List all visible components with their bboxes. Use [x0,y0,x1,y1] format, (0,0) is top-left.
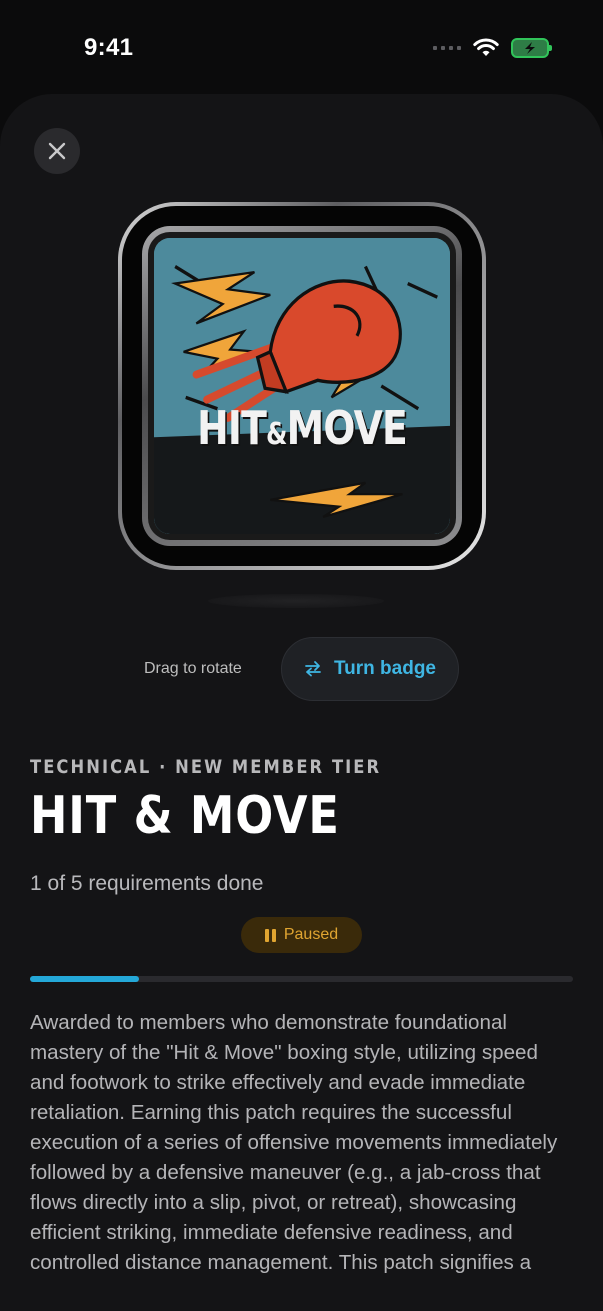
badge-art-word-hit: HIT [197,401,267,455]
close-icon [48,142,66,160]
badge-title: HIT & MOVE [30,786,340,846]
wifi-icon [473,38,499,56]
badge-shadow [208,594,384,608]
status-icons [433,38,552,58]
cellular-signal-icon [433,46,461,50]
badge-art-word-move: MOVE [286,401,408,455]
requirements-progress-text: 1 of 5 requirements done [30,872,264,895]
badge-3d-viewer[interactable]: HIT&MOVE [118,202,486,570]
turn-badge-button[interactable]: Turn badge [281,637,459,701]
status-bar: 9:41 [0,0,603,96]
progress-bar-fill [30,976,139,982]
status-badge: Paused [241,917,362,953]
status-time: 9:41 [84,34,134,61]
turn-badge-label: Turn badge [333,658,437,679]
status-label: Paused [283,926,339,943]
badge-category: TECHNICAL · NEW MEMBER TIER [30,756,382,778]
badge-artwork: HIT&MOVE [154,238,450,534]
swap-arrows-icon [305,661,321,677]
badge-art-ampersand: & [265,417,287,452]
badge-description: Awarded to members who demonstrate found… [30,1011,558,1274]
battery-charging-icon [511,38,552,58]
badge-detail-sheet: HIT&MOVE Drag to rotate Turn badge TECHN… [0,94,603,1311]
boxing-glove-illustration [154,238,450,534]
drag-to-rotate-hint: Drag to rotate [144,660,242,677]
close-button[interactable] [34,128,80,174]
pause-icon [264,928,276,942]
badge-art-wordmark: HIT&MOVE [181,405,424,451]
progress-bar [30,976,573,982]
